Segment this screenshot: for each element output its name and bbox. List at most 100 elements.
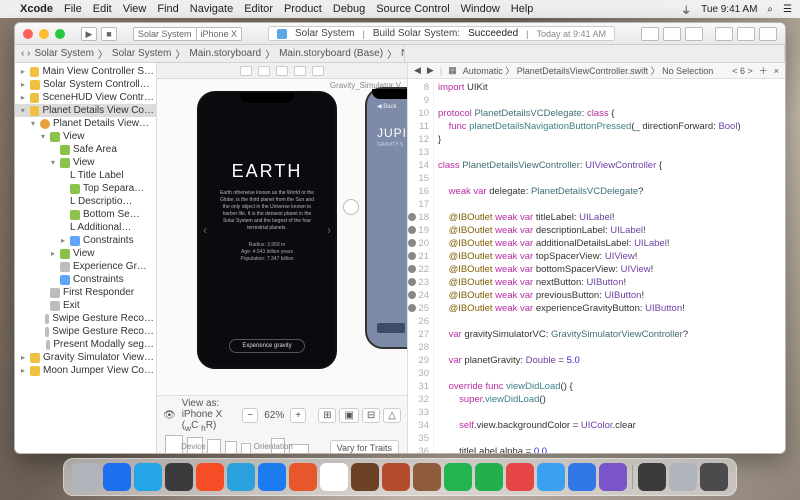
crumb[interactable]: PlanetDetailsViewController.swift — [517, 66, 648, 76]
ib-device-bar[interactable]: 👁 View as: iPhone X (wC hR) − 62% + ⊞▣⊟△ — [157, 395, 407, 453]
nav-item[interactable]: ▸Gravity Simulator View… — [15, 351, 156, 364]
dock-app-10[interactable] — [382, 463, 410, 491]
menu-view[interactable]: View — [123, 3, 147, 15]
editor-mode-buttons[interactable] — [641, 27, 703, 41]
phone-preview-jupiter[interactable]: ◀ Back JUPIT GRAVITY S — [365, 87, 407, 349]
experience-gravity-button[interactable]: Experience gravity — [229, 339, 304, 353]
line-gutter[interactable]: 8910111213141516171819202122232425262728… — [408, 79, 434, 453]
dock-app-5[interactable] — [227, 463, 255, 491]
nav-item[interactable]: L Additional… — [15, 221, 156, 234]
dock-app-21[interactable] — [700, 463, 728, 491]
dock-app-2[interactable] — [134, 463, 162, 491]
menu-file[interactable]: File — [64, 3, 82, 15]
nav-item[interactable]: Present Modally seg… — [15, 338, 156, 351]
zoom-in-button[interactable]: + — [290, 408, 306, 423]
close-editor-icon[interactable]: × — [774, 66, 779, 76]
menu-window[interactable]: Window — [461, 3, 500, 15]
eye-icon[interactable]: 👁 — [163, 410, 176, 421]
segue-icon[interactable] — [343, 199, 359, 215]
zoom-level[interactable]: 62% — [264, 410, 284, 421]
menu-editor[interactable]: Editor — [244, 3, 273, 15]
dock-app-17[interactable] — [599, 463, 627, 491]
dock-app-19[interactable] — [638, 463, 666, 491]
stop-button[interactable]: ■ — [101, 27, 117, 41]
zoom-icon[interactable] — [55, 29, 65, 39]
jump-bar[interactable]: ‹ › Solar System 〉 Solar System 〉 Main.s… — [15, 45, 785, 63]
dock-app-16[interactable] — [568, 463, 596, 491]
nav-item[interactable]: ▸View — [15, 247, 156, 260]
assistant-editor[interactable]: ◀▶ |▦ Automatic 〉 PlanetDetailsViewContr… — [407, 63, 785, 453]
nav-item[interactable]: Safe Area — [15, 143, 156, 156]
control-center-icon[interactable]: ☰ — [783, 4, 792, 15]
dock-app-3[interactable] — [165, 463, 193, 491]
back-button[interactable]: ◀ Back — [377, 103, 407, 110]
jump-bar-left[interactable]: ‹ › Solar System 〉 Solar System 〉 Main.s… — [15, 45, 405, 62]
crumb[interactable]: Main.storyboard (Base) — [279, 48, 383, 59]
view-as-label[interactable]: View as: iPhone X (wC hR) — [182, 398, 231, 433]
dock-app-11[interactable] — [413, 463, 441, 491]
panel-toggle-buttons[interactable] — [715, 27, 777, 41]
menu-xcode[interactable]: Xcode — [20, 3, 53, 15]
nav-item[interactable]: Exit — [15, 299, 156, 312]
dock-app-20[interactable] — [669, 463, 697, 491]
dock-app-9[interactable] — [351, 463, 379, 491]
interface-builder-canvas[interactable]: Gravity_Simulator V ‹ › EARTH Earth othe… — [157, 63, 407, 453]
crumb[interactable]: Solar System — [34, 48, 93, 59]
dock[interactable] — [63, 458, 737, 496]
menu-find[interactable]: Find — [157, 3, 178, 15]
source-code[interactable]: 8910111213141516171819202122232425262728… — [408, 79, 785, 453]
ib-canvas-area[interactable]: Gravity_Simulator V ‹ › EARTH Earth othe… — [157, 79, 407, 395]
nav-item[interactable]: ▾View — [15, 130, 156, 143]
nav-back-icon[interactable]: ◀ — [414, 65, 421, 76]
editor-jump-bar[interactable]: ◀▶ |▦ Automatic 〉 PlanetDetailsViewContr… — [408, 63, 785, 79]
phone-preview-earth[interactable]: ‹ › EARTH Earth otherwise known as the W… — [197, 91, 337, 369]
spotlight-icon[interactable]: ⌕ — [767, 4, 773, 15]
scheme-selector[interactable]: Solar System iPhone X — [133, 27, 242, 41]
scheme[interactable]: Solar System — [133, 27, 197, 41]
nav-item[interactable]: First Responder — [15, 286, 156, 299]
run-button[interactable]: ▶ — [81, 27, 97, 41]
nav-fwd-icon[interactable]: ▶ — [427, 65, 434, 76]
nav-item[interactable]: L Title Label — [15, 169, 156, 182]
menu-help[interactable]: Help — [511, 3, 534, 15]
zoom-out-button[interactable]: − — [242, 408, 258, 423]
dock-app-7[interactable] — [289, 463, 317, 491]
project-navigator[interactable]: ▸Main View Controller S…▸Solar System Co… — [15, 63, 157, 453]
jump-bar-right[interactable] — [405, 45, 785, 62]
window-controls[interactable] — [23, 29, 65, 39]
related-icon[interactable]: ▦ — [448, 65, 457, 76]
nav-item[interactable]: Top Separa… — [15, 182, 156, 195]
dock-app-4[interactable] — [196, 463, 224, 491]
nav-item[interactable]: ▸SceneHUD View Contr… — [15, 91, 156, 104]
dock-app-6[interactable] — [258, 463, 286, 491]
run-controls[interactable]: ▶■ — [81, 27, 117, 41]
nav-item[interactable]: ▾View — [15, 156, 156, 169]
nav-item[interactable]: ▾Planet Details View… — [15, 117, 156, 130]
dock-app-14[interactable] — [506, 463, 534, 491]
nav-item[interactable]: ▾Planet Details View Co… — [15, 104, 156, 117]
nav-item[interactable]: ▸Solar System Controll… — [15, 78, 156, 91]
crumb[interactable]: No Selection — [662, 66, 713, 76]
menu-debug[interactable]: Debug — [333, 3, 365, 15]
dock-app-0[interactable] — [72, 463, 100, 491]
menu-navigate[interactable]: Navigate — [190, 3, 233, 15]
nav-item[interactable]: ▸Constraints — [15, 234, 156, 247]
code-body[interactable]: import UIKit protocol PlanetDetailsVCDel… — [434, 79, 785, 453]
menu-items[interactable]: XcodeFileEditViewFindNavigateEditorProdu… — [20, 3, 544, 15]
menu-source-control[interactable]: Source Control — [376, 3, 449, 15]
close-icon[interactable] — [23, 29, 33, 39]
nav-item[interactable]: ▸Moon Jumper View Co… — [15, 364, 156, 377]
dock-app-13[interactable] — [475, 463, 503, 491]
dock-app-8[interactable] — [320, 463, 348, 491]
minimize-icon[interactable] — [39, 29, 49, 39]
nav-item[interactable]: Bottom Se… — [15, 208, 156, 221]
dock-app-1[interactable] — [103, 463, 131, 491]
nav-item[interactable]: Experience Gr… — [15, 260, 156, 273]
nav-item[interactable]: ▸Main View Controller S… — [15, 65, 156, 78]
crumb[interactable]: Solar System — [112, 48, 171, 59]
counterpart-stepper[interactable]: < 6 > — [732, 66, 753, 76]
ib-scene-toolbar[interactable] — [157, 63, 407, 79]
menu-product[interactable]: Product — [284, 3, 322, 15]
constraints-icons[interactable]: ⊞▣⊟△ — [318, 408, 401, 423]
device[interactable]: iPhone X — [197, 27, 243, 41]
